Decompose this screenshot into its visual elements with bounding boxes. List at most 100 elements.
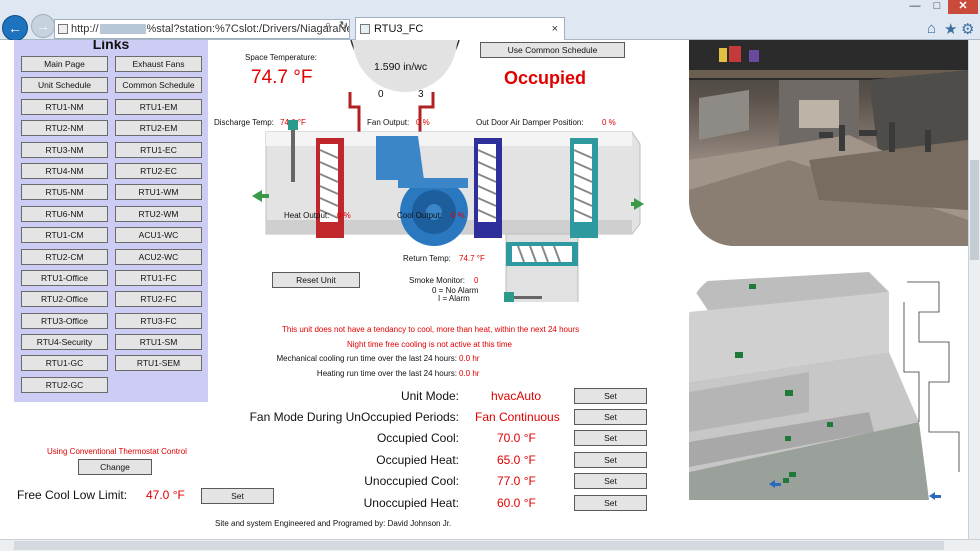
thermostat-mode-label: Using Conventional Thermostat Control — [47, 447, 187, 456]
address-bar[interactable]: http:// %stal?station:%7Cslot:/Drivers/Ni… — [54, 19, 350, 39]
setting-set-button[interactable]: Set — [574, 495, 647, 511]
link-rtu2-office-button[interactable]: RTU2-Office — [21, 291, 108, 308]
arrow-left-icon: ← — [8, 20, 22, 36]
link-rtu1-sem-button[interactable]: RTU1-SEM — [115, 355, 202, 372]
mech-runtime-label: Mechanical cooling run time over the las… — [276, 354, 457, 363]
gear-icon[interactable]: ⚙ — [961, 20, 974, 38]
maximize-button[interactable]: □ — [927, 0, 947, 14]
free-cool-set-button[interactable]: Set — [201, 488, 274, 504]
use-common-schedule-button[interactable]: Use Common Schedule — [480, 42, 625, 58]
food-court-photo — [689, 40, 968, 246]
building-map-render — [689, 272, 968, 500]
link-rtu2-fc-button[interactable]: RTU2-FC — [115, 291, 202, 308]
link-rtu5-nm-button[interactable]: RTU5-NM — [21, 184, 108, 201]
vertical-scrollbar[interactable] — [968, 40, 980, 539]
link-rtu2-nm-button[interactable]: RTU2-NM — [21, 120, 108, 137]
minimize-button[interactable]: — — [905, 0, 925, 14]
link-rtu3-office-button[interactable]: RTU3-Office — [21, 312, 108, 329]
setting-set-button[interactable]: Set — [574, 388, 647, 404]
link-rtu1-ec-button[interactable]: RTU1-EC — [115, 141, 202, 158]
setting-set-button[interactable]: Set — [574, 473, 647, 489]
supply-air-arrow-icon — [252, 190, 262, 202]
url-prefix: http:// — [71, 23, 99, 35]
links-panel: Links Main Page Exhaust Fans Unit Schedule… — [14, 40, 208, 402]
link-rtu2-gc-button[interactable]: RTU2-GC — [21, 376, 108, 393]
supply-fan — [376, 136, 424, 180]
setting-value: hvacAuto — [491, 389, 542, 403]
setting-label: Occupied Cool: — [376, 431, 459, 445]
setting-label: Fan Mode During UnOccupied Periods: — [249, 410, 459, 424]
arrow-right-icon: → — [36, 18, 50, 34]
link-unit-schedule-button[interactable]: Unit Schedule — [21, 77, 108, 94]
refresh-icon[interactable]: ↻ — [339, 19, 348, 32]
link-common-schedule-button[interactable]: Common Schedule — [115, 77, 202, 94]
link-rtu1-sm-button[interactable]: RTU1-SM — [115, 334, 202, 351]
setting-value: 65.0 °F — [497, 453, 536, 467]
setting-value: 60.0 °F — [497, 496, 536, 510]
page-icon — [360, 24, 370, 34]
setting-set-button[interactable]: Set — [574, 452, 647, 468]
setting-set-button[interactable]: Set — [574, 430, 647, 446]
link-rtu2-em-button[interactable]: RTU2-EM — [115, 120, 202, 137]
setting-label: Occupied Heat: — [376, 453, 459, 467]
link-rtu2-wm-button[interactable]: RTU2-WM — [115, 205, 202, 222]
heat-output-label: Heat Output: — [284, 211, 330, 220]
link-rtu3-fc-button[interactable]: RTU3-FC — [115, 312, 202, 329]
home-icon[interactable]: ⌂ — [927, 20, 936, 37]
link-rtu4-security-button[interactable]: RTU4-Security — [21, 334, 108, 351]
return-temp-label: Return Temp: — [403, 254, 451, 263]
smoke-legend-alarm: I = Alarm — [438, 294, 470, 303]
air-handler-diagram — [252, 92, 644, 302]
link-rtu1-gc-button[interactable]: RTU1-GC — [21, 355, 108, 372]
scrollbar-thumb[interactable] — [14, 541, 944, 550]
free-cool-limit-label: Free Cool Low Limit: — [17, 488, 128, 502]
link-main-page-button[interactable]: Main Page — [21, 56, 108, 72]
scrollbar-thumb[interactable] — [970, 160, 979, 260]
link-rtu2-cm-button[interactable]: RTU2-CM — [21, 248, 108, 265]
close-window-button[interactable]: ✕ — [948, 0, 978, 14]
link-acu1-wc-button[interactable]: ACU1-WC — [115, 227, 202, 244]
back-button[interactable]: ← — [2, 15, 28, 41]
tab-rtu3-fc[interactable]: RTU3_FC × — [355, 17, 565, 40]
link-rtu3-nm-button[interactable]: RTU3-NM — [21, 141, 108, 158]
horizontal-scrollbar[interactable] — [0, 539, 980, 551]
setting-set-button[interactable]: Set — [574, 409, 647, 425]
reset-unit-button[interactable]: Reset Unit — [272, 272, 360, 288]
url-suffix: %stal?station:%7Cslot:/Drivers/NiagaraNe… — [146, 23, 350, 35]
cool-output-label: Cool Output: — [397, 211, 442, 220]
page-content: Links Main Page Exhaust Fans Unit Schedule… — [0, 40, 968, 539]
setting-value: 70.0 °F — [497, 431, 536, 445]
heat-output-value: 0 % — [337, 211, 351, 220]
smoke-monitor-value: 0 — [474, 276, 479, 285]
tab-title: RTU3_FC — [374, 23, 424, 35]
setting-value: Fan Continuous — [475, 410, 560, 424]
link-rtu1-wm-button[interactable]: RTU1-WM — [115, 184, 202, 201]
redacted-host — [99, 24, 146, 35]
link-rtu1-em-button[interactable]: RTU1-EM — [115, 98, 202, 115]
free-cooling-message: Night time free cooling is not active at… — [347, 340, 512, 349]
browser-toolbar: ← → http:// %stal?station:%7Cslot:/Driver… — [0, 0, 980, 41]
forward-button[interactable]: → — [31, 14, 55, 38]
page-icon — [58, 24, 68, 34]
return-temp-value: 74.7 °F — [459, 254, 485, 263]
link-rtu1-office-button[interactable]: RTU1-Office — [21, 269, 108, 286]
links-grid: Main Page Exhaust Fans Unit Schedule Common… — [21, 56, 202, 393]
link-rtu4-nm-button[interactable]: RTU4-NM — [21, 162, 108, 179]
favorites-star-icon[interactable]: ★ — [944, 20, 957, 38]
occupancy-status: Occupied — [504, 68, 587, 88]
link-rtu1-nm-button[interactable]: RTU1-NM — [21, 98, 108, 115]
tab-close-icon[interactable]: × — [552, 18, 558, 40]
mech-runtime-value: 0.0 hr — [459, 354, 480, 363]
link-exhaust-fans-button[interactable]: Exhaust Fans — [115, 56, 202, 72]
link-acu2-wc-button[interactable]: ACU2-WC — [115, 248, 202, 265]
search-icon[interactable]: ⌕ — [325, 19, 331, 32]
cool-output-value: 0 % — [451, 211, 465, 220]
link-rtu1-cm-button[interactable]: RTU1-CM — [21, 227, 108, 244]
link-rtu2-ec-button[interactable]: RTU2-EC — [115, 162, 202, 179]
link-rtu6-nm-button[interactable]: RTU6-NM — [21, 205, 108, 222]
cool-tendency-message: This unit does not have a tendancy to co… — [282, 325, 580, 334]
gauge-reading: 1.590 in/wc — [374, 61, 428, 73]
heat-runtime-label: Heating run time over the last 24 hours: — [316, 369, 457, 378]
link-rtu1-fc-button[interactable]: RTU1-FC — [115, 269, 202, 286]
change-thermostat-button[interactable]: Change — [78, 459, 152, 475]
